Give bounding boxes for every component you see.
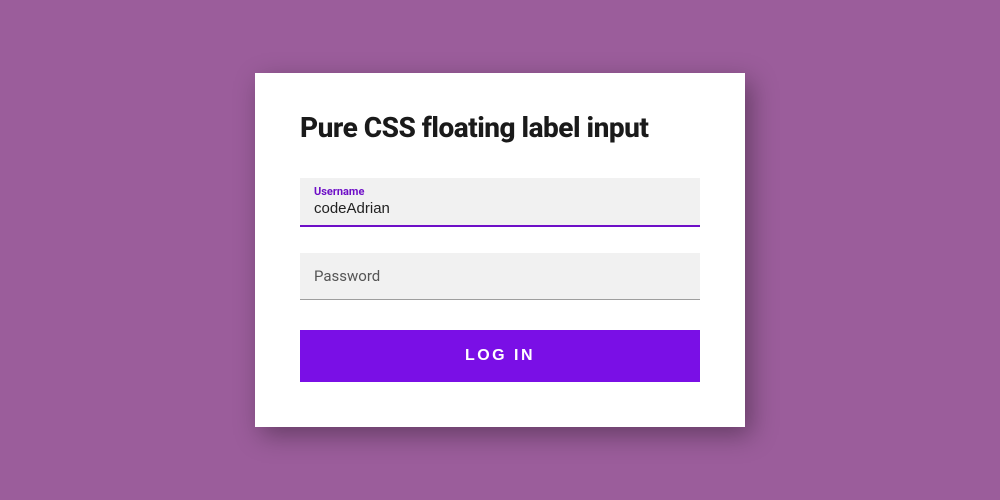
username-label: Username: [314, 185, 364, 198]
form-title: Pure CSS floating label input: [300, 111, 700, 144]
login-card: Pure CSS floating label input Username P…: [255, 73, 745, 427]
username-field[interactable]: Username: [300, 178, 700, 227]
password-field[interactable]: Password: [300, 253, 700, 300]
password-label: Password: [314, 267, 380, 285]
login-button[interactable]: LOG IN: [300, 330, 700, 382]
